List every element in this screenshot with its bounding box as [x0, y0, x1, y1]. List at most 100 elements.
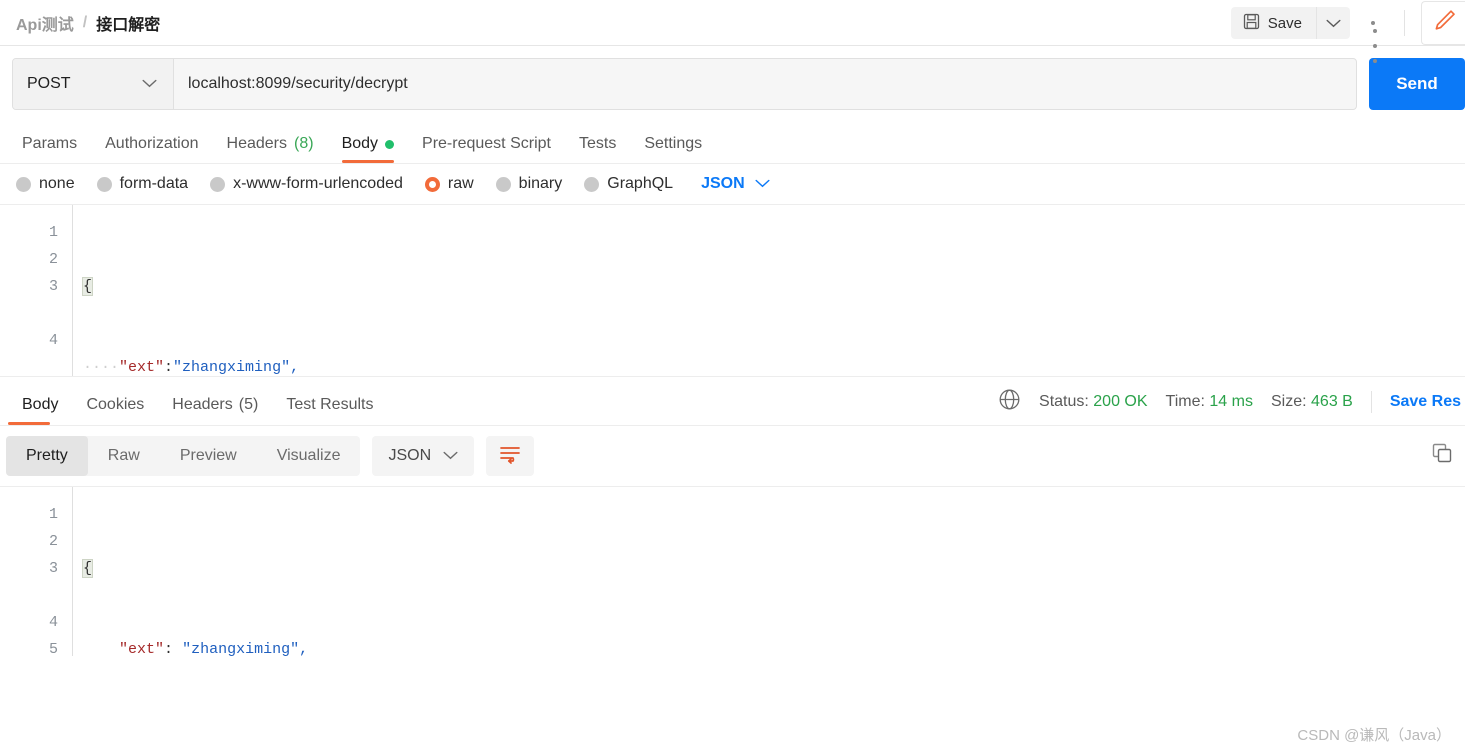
body-type-binary[interactable]: binary	[488, 175, 571, 193]
line-number: 3	[48, 278, 58, 295]
request-tabs: Params Authorization Headers (8) Body Pr…	[0, 122, 1465, 164]
line-number: 4	[48, 614, 58, 631]
response-tab-label: Body	[22, 396, 59, 413]
request-format-selector[interactable]: JSON	[701, 175, 770, 193]
response-tab-headers[interactable]: Headers (5)	[158, 397, 272, 425]
response-body-code[interactable]: { "ext": "zhangximing", "encryptData": "…	[72, 487, 1465, 656]
edit-request-button[interactable]	[1421, 1, 1465, 45]
tab-tests[interactable]: Tests	[565, 136, 630, 163]
floppy-disk-icon	[1243, 13, 1260, 34]
word-wrap-icon	[498, 444, 522, 469]
response-format-selector[interactable]: JSON	[372, 436, 475, 476]
tab-pre-request-script[interactable]: Pre-request Script	[408, 136, 565, 163]
response-tab-test-results[interactable]: Test Results	[272, 397, 387, 425]
response-tab-label: Headers	[172, 396, 233, 413]
line-number: 2	[48, 533, 58, 550]
tab-body[interactable]: Body	[328, 136, 408, 163]
save-button-group: Save	[1230, 7, 1350, 39]
header-divider	[1404, 10, 1405, 36]
tab-label: Params	[22, 135, 78, 152]
radio-icon	[210, 176, 226, 192]
line-number	[0, 582, 58, 609]
globe-icon	[998, 388, 1021, 416]
breadcrumb-separator: /	[82, 13, 88, 31]
colon: :	[164, 359, 174, 376]
time-stat: Time: 14 ms	[1166, 393, 1253, 411]
view-mode-raw[interactable]: Raw	[88, 436, 160, 476]
response-tab-cookies[interactable]: Cookies	[72, 397, 158, 425]
body-type-raw[interactable]: raw	[417, 175, 482, 193]
status-stat: Status: 200 OK	[1039, 393, 1148, 411]
line-number: 2	[48, 251, 58, 268]
tab-label: Settings	[644, 135, 703, 152]
code-line-2: ····"ext":"zhangximing",	[83, 354, 1465, 376]
body-type-label: x-www-form-urlencoded	[233, 175, 403, 192]
body-type-form-data[interactable]: form-data	[89, 175, 196, 193]
status-label: Status:	[1039, 393, 1089, 410]
send-button[interactable]: Send	[1369, 58, 1465, 110]
line-number: 3	[48, 560, 58, 577]
body-type-urlencoded[interactable]: x-www-form-urlencoded	[202, 175, 411, 193]
pencil-icon	[1431, 8, 1457, 39]
breadcrumb: Api测试 / 接口解密	[0, 11, 160, 35]
radio-icon	[16, 176, 31, 192]
chevron-down-icon	[443, 447, 458, 465]
size-label: Size:	[1270, 393, 1307, 410]
word-wrap-button[interactable]	[486, 436, 535, 476]
response-body-editor[interactable]: 1 2 3 4 5 { "ext": "zhangximing", "encry…	[0, 486, 1465, 656]
app-header: Api测试 / 接口解密 Save	[0, 0, 1465, 63]
json-value-ext: "zhangximing",	[173, 359, 300, 376]
request-body-editor[interactable]: 1 2 3 4 { ····"ext":"zhangximing", ····"…	[0, 204, 1465, 376]
copy-response-button[interactable]	[1425, 438, 1459, 472]
line-number: 4	[48, 332, 58, 349]
open-brace: {	[81, 559, 94, 578]
code-line-1: {	[81, 273, 1465, 300]
view-mode-pretty[interactable]: Pretty	[6, 436, 88, 476]
response-tabs: Body Cookies Headers (5) Test Results	[8, 377, 387, 425]
colon: :	[164, 641, 174, 656]
chevron-down-icon	[1326, 16, 1341, 31]
http-method-selector[interactable]: POST	[13, 59, 174, 109]
code-line-2: "ext": "zhangximing",	[83, 636, 1465, 656]
indent-dots: ····	[83, 359, 120, 376]
response-meta-bar: Body Cookies Headers (5) Test Results St…	[0, 376, 1465, 426]
breadcrumb-collection[interactable]: Api测试	[16, 11, 74, 35]
request-body-code[interactable]: { ····"ext":"zhangximing", ····"encryptD…	[72, 205, 1465, 376]
request-line-numbers: 1 2 3 4	[0, 205, 72, 376]
line-number: 5	[48, 641, 58, 656]
tab-headers[interactable]: Headers (8)	[213, 136, 328, 163]
line-number	[0, 300, 58, 327]
save-response-button[interactable]: Save Res	[1390, 393, 1461, 411]
response-tab-body[interactable]: Body	[8, 397, 72, 425]
response-toolbar: Pretty Raw Preview Visualize JSON	[0, 426, 1465, 486]
line-number: 1	[48, 506, 58, 523]
save-button[interactable]: Save	[1230, 7, 1316, 39]
time-label: Time:	[1165, 393, 1205, 410]
save-options-button[interactable]	[1316, 7, 1350, 39]
status-value: 200 OK	[1093, 393, 1148, 410]
open-brace: {	[81, 277, 94, 296]
body-type-graphql[interactable]: GraphQL	[576, 175, 681, 193]
view-mode-visualize[interactable]: Visualize	[257, 436, 361, 476]
body-type-label: form-data	[119, 175, 189, 192]
tab-authorization[interactable]: Authorization	[91, 136, 212, 163]
body-type-label: binary	[518, 175, 563, 192]
tab-settings[interactable]: Settings	[630, 136, 716, 163]
url-bar-row: POST Send	[0, 46, 1465, 122]
tab-label: Headers	[226, 135, 287, 152]
url-input[interactable]	[174, 59, 1356, 109]
response-view-mode-group: Pretty Raw Preview Visualize	[6, 436, 361, 476]
copy-icon	[1430, 441, 1454, 470]
breadcrumb-request-name[interactable]: 接口解密	[96, 11, 160, 35]
tab-params[interactable]: Params	[8, 136, 91, 163]
view-mode-preview[interactable]: Preview	[160, 436, 257, 476]
radio-icon	[495, 176, 511, 192]
body-type-none[interactable]: none	[8, 175, 83, 193]
code-line-1: {	[81, 555, 1465, 582]
body-type-row: none form-data x-www-form-urlencoded raw…	[0, 164, 1465, 204]
size-value: 463 B	[1311, 393, 1353, 410]
http-method-label: POST	[27, 75, 71, 92]
chevron-down-icon	[755, 175, 770, 193]
ellipsis-icon	[1371, 21, 1377, 63]
more-actions-button[interactable]	[1350, 7, 1396, 63]
